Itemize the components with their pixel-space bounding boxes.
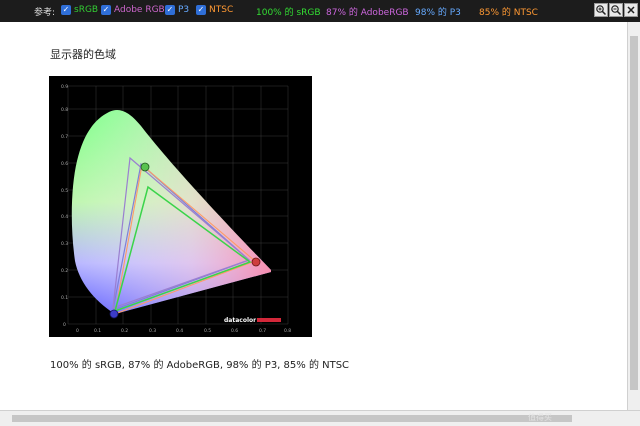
page-title: 显示器的色域	[50, 48, 116, 61]
horizontal-scroll-thumb[interactable]	[12, 415, 572, 422]
y-tick-0.2: 0.2	[61, 268, 68, 274]
vertical-scroll-thumb[interactable]	[630, 36, 638, 390]
x-tick-0.6: 0.6	[231, 328, 238, 334]
y-tick-0.7: 0.7	[61, 134, 68, 140]
y-tick-0.6: 0.6	[61, 161, 68, 167]
p3-checkbox[interactable]: ✓	[165, 5, 175, 15]
p3-label[interactable]: P3	[178, 5, 189, 15]
zoom-in-icon	[596, 5, 607, 16]
zoom-in-button[interactable]	[594, 3, 608, 17]
x-tick-0.8: 0.8	[284, 328, 291, 334]
ntsc-coverage: 85% 的 NTSC	[479, 8, 538, 18]
adobe-rgb-label[interactable]: Adobe RGB	[114, 5, 165, 15]
ntsc-label[interactable]: NTSC	[209, 5, 233, 15]
gamut-caption: 100% 的 sRGB, 87% 的 AdobeRGB, 98% 的 P3, 8…	[50, 360, 350, 371]
reference-toolbar: 参考: ✓ sRGB ✓ Adobe RGB ✓ P3 ✓ NTSC 100% …	[0, 0, 640, 22]
datacolor-logo-bar	[257, 318, 281, 322]
x-tick-0.4: 0.4	[176, 328, 183, 334]
x-tick-0.3: 0.3	[149, 328, 156, 334]
y-tick-0.8: 0.8	[61, 107, 68, 113]
x-tick-0.1: 0.1	[94, 328, 101, 334]
zoom-out-button[interactable]	[609, 3, 623, 17]
datacolor-logo: datacolor	[224, 317, 256, 324]
y-tick-0: 0	[63, 322, 66, 328]
srgb-checkbox[interactable]: ✓	[61, 5, 71, 15]
y-tick-0.5: 0.5	[61, 188, 68, 194]
y-tick-0.4: 0.4	[61, 214, 68, 220]
x-tick-0.2: 0.2	[121, 328, 128, 334]
ntsc-checkbox[interactable]: ✓	[196, 5, 206, 15]
reference-label: 参考:	[34, 8, 56, 18]
cie-gamut-chart: 0.9 0.8 0.7 0.6 0.5 0.4 0.3 0.2 0.1 0 0 …	[49, 76, 312, 337]
content-area: 显示器的色域 0.9 0.8 0.7 0.6 0.5 0.4 0.3 0.2 0…	[0, 22, 627, 410]
y-tick-0.1: 0.1	[61, 295, 68, 301]
x-tick-0.7: 0.7	[259, 328, 266, 334]
cie-gamut-svg: 0.9 0.8 0.7 0.6 0.5 0.4 0.3 0.2 0.1 0 0 …	[61, 84, 291, 334]
y-tick-0.3: 0.3	[61, 241, 68, 247]
x-tick-0.5: 0.5	[204, 328, 211, 334]
y-tick-0.9: 0.9	[61, 84, 68, 90]
srgb-label[interactable]: sRGB	[74, 5, 98, 15]
vertical-scrollbar[interactable]	[627, 22, 640, 410]
watermark: 值得买	[528, 413, 552, 422]
adobe-rgb-checkbox[interactable]: ✓	[101, 5, 111, 15]
close-icon	[627, 6, 635, 14]
zoom-out-icon	[611, 5, 622, 16]
p3-coverage: 98% 的 P3	[415, 8, 461, 18]
srgb-coverage: 100% 的 sRGB	[256, 8, 321, 18]
close-button[interactable]	[624, 3, 638, 17]
adobergb-coverage: 87% 的 AdobeRGB	[326, 8, 409, 18]
x-tick-0: 0	[76, 328, 79, 334]
